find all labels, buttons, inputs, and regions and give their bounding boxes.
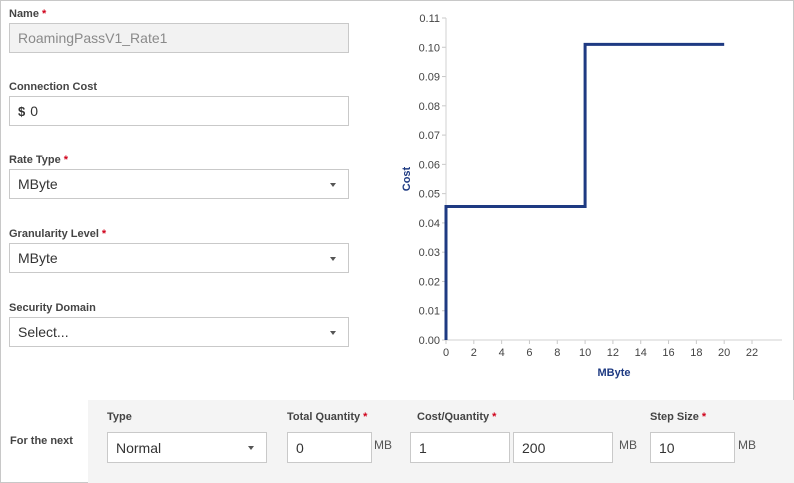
x-tick-label: 18 <box>690 347 702 359</box>
type-value: Normal <box>116 439 162 456</box>
chevron-down-icon <box>248 446 254 450</box>
step-size-unit: MB <box>738 438 756 452</box>
granularity-level-label: Granularity Level * <box>9 228 107 240</box>
name-value: RoamingPassV1_Rate1 <box>18 30 168 46</box>
total-quantity-value: 0 <box>296 439 304 456</box>
total-quantity-label: Total Quantity * <box>287 411 368 423</box>
rate-type-select[interactable]: MByte <box>9 169 349 199</box>
security-domain-value: Select... <box>18 324 69 340</box>
x-tick-label: 20 <box>718 347 730 359</box>
y-tick-label: 0.07 <box>419 130 440 142</box>
cost-quantity-label: Cost/Quantity * <box>417 411 497 423</box>
connection-cost-label: Connection Cost <box>9 81 97 93</box>
step-size-label: Step Size * <box>650 411 707 423</box>
chevron-down-icon <box>330 257 336 261</box>
security-domain-select[interactable]: Select... <box>9 317 349 347</box>
step-size-value: 10 <box>659 439 675 456</box>
y-tick-label: 0.03 <box>419 247 440 259</box>
cost-quantity-required-mark: * <box>492 411 497 423</box>
y-tick-label: 0.08 <box>419 101 440 113</box>
x-tick-label: 10 <box>579 347 591 359</box>
x-tick-label: 8 <box>554 347 560 359</box>
quantity-value: 200 <box>522 439 546 456</box>
y-tick-label: 0.04 <box>419 218 440 230</box>
y-tick-label: 0.10 <box>419 42 440 54</box>
name-required-mark: * <box>41 8 47 20</box>
currency-symbol: $ <box>18 103 26 119</box>
y-tick-label: 0.05 <box>419 189 440 201</box>
y-tick-label: 0.02 <box>419 276 440 288</box>
step-size-input[interactable]: 10 <box>650 432 735 463</box>
total-quantity-required-mark: * <box>363 411 368 423</box>
y-tick-label: 0.09 <box>419 72 440 84</box>
connection-cost-value: 0 <box>30 103 39 119</box>
x-tick-label: 0 <box>443 347 449 359</box>
type-select[interactable]: Normal <box>107 432 267 463</box>
total-quantity-input[interactable]: 0 <box>287 432 372 463</box>
granularity-level-select[interactable]: MByte <box>9 243 349 273</box>
rate-type-label: Rate Type * <box>9 154 69 166</box>
x-tick-label: 4 <box>499 347 505 359</box>
cost-quantity-unit: MB <box>619 438 637 452</box>
cost-value: 1 <box>419 439 427 456</box>
cost-input[interactable]: 1 <box>410 432 510 463</box>
name-field[interactable]: RoamingPassV1_Rate1 <box>9 23 349 53</box>
y-tick-label: 0.00 <box>419 335 440 347</box>
y-tick-label: 0.01 <box>419 306 440 318</box>
name-label: Name * <box>9 8 47 20</box>
y-axis-ticks: 0.00 0.01 0.02 0.03 0.04 0.05 0.06 0.07 0.08 0.09… <box>419 13 446 347</box>
type-label: Type <box>107 411 132 423</box>
for-the-next-label: For the next <box>10 435 73 447</box>
x-tick-label: 22 <box>746 347 758 359</box>
cost-step-line <box>444 42 725 340</box>
y-axis-label: Cost <box>401 166 413 191</box>
x-axis-label: MByte <box>597 367 630 379</box>
quantity-input[interactable]: 200 <box>513 432 613 463</box>
x-tick-label: 12 <box>607 347 619 359</box>
cost-chart-svg: 0.00 0.01 0.02 0.03 0.04 0.05 0.06 0.07 0.08 0.09… <box>401 13 782 379</box>
total-quantity-unit: MB <box>374 438 392 452</box>
chevron-down-icon <box>330 331 336 335</box>
rate-type-value: MByte <box>18 176 58 192</box>
connection-cost-input[interactable]: $0 <box>9 96 349 126</box>
cost-chart: 0.00 0.01 0.02 0.03 0.04 0.05 0.06 0.07 0.08 0.09… <box>390 5 794 385</box>
x-axis-ticks: 0 2 4 6 8 10 12 14 16 18 20 22 <box>443 340 758 359</box>
rate-type-required-mark: * <box>63 154 69 166</box>
x-tick-label: 6 <box>526 347 532 359</box>
x-tick-label: 16 <box>662 347 674 359</box>
step-size-required-mark: * <box>701 411 707 423</box>
chevron-down-icon <box>330 183 336 187</box>
y-tick-label: 0.06 <box>419 159 440 171</box>
granularity-level-value: MByte <box>18 250 58 266</box>
x-tick-label: 14 <box>635 347 647 359</box>
x-tick-label: 2 <box>471 347 477 359</box>
y-tick-label: 0.11 <box>419 13 440 25</box>
security-domain-label: Security Domain <box>9 302 96 314</box>
granularity-required-mark: * <box>101 228 107 240</box>
